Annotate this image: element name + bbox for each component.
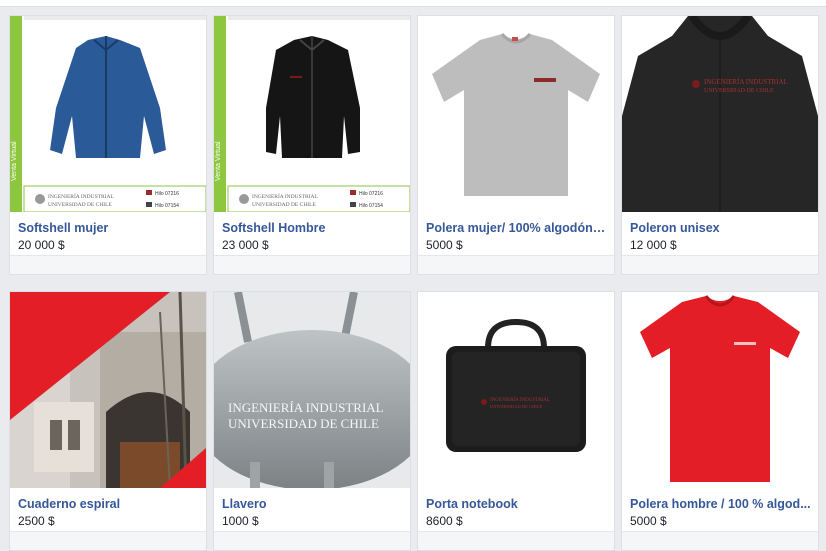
product-image[interactable]: Venta Virtual INGENIERÍA INDUSTRIAL UNIV… [214,16,410,212]
card-footer [214,531,410,550]
product-card-polera-hombre[interactable]: Polera hombre / 100 % algod... 5000 $ [621,291,819,551]
product-card-llavero[interactable]: INGENIERÍA INDUSTRIAL UNIVERSIDAD DE CHI… [213,291,411,551]
product-price: 12 000 $ [630,238,677,252]
color-code-2: Hilo 07154 [359,203,383,209]
product-title[interactable]: Polera mujer/ 100% algodón /... [426,221,608,235]
product-card-polera-mujer[interactable]: Polera mujer/ 100% algodón /... 5000 $ [417,15,615,275]
color-code-1: Hilo 07216 [359,191,383,197]
card-footer [418,255,614,274]
venta-virtual-label: Venta Virtual [11,141,18,181]
card-footer [214,255,410,274]
logo-line2: UNIVERSIDAD DE CHILE [490,404,542,409]
product-card-porta-notebook[interactable]: INGENIERÍA INDUSTRIAL UNIVERSIDAD DE CHI… [417,291,615,551]
product-title[interactable]: Softshell mujer [18,221,200,235]
venta-virtual-label: Venta Virtual [215,141,222,181]
logo-line1: INGENIERÍA INDUSTRIAL [228,400,384,415]
product-image[interactable]: INGENIERÍA INDUSTRIAL UNIVERSIDAD DE CHI… [622,16,818,212]
color-code-2: Hilo 07154 [155,203,179,209]
card-footer [622,531,818,550]
logo-line2: UNIVERSIDAD DE CHILE [704,88,774,94]
product-title[interactable]: Porta notebook [426,497,608,511]
logo-line1: INGENIERÍA INDUSTRIAL [252,192,318,200]
product-title[interactable]: Llavero [222,497,404,511]
card-footer [10,255,206,274]
logo-line2: UNIVERSIDAD DE CHILE [228,416,379,431]
product-grid: Venta Virtual INGENIERÍA INDUSTRIAL UNIV… [0,0,826,551]
product-title[interactable]: Polera hombre / 100 % algod... [630,497,812,511]
product-image[interactable] [10,292,206,488]
product-price: 5000 $ [630,514,667,528]
color-code-1: Hilo 07216 [155,191,179,197]
product-card-softshell-mujer[interactable]: Venta Virtual INGENIERÍA INDUSTRIAL UNIV… [9,15,207,275]
product-image[interactable]: INGENIERÍA INDUSTRIAL UNIVERSIDAD DE CHI… [418,292,614,488]
product-price: 20 000 $ [18,238,65,252]
product-card-cuaderno-espiral[interactable]: Cuaderno espiral 2500 $ [9,291,207,551]
product-title[interactable]: Poleron unisex [630,221,812,235]
logo-line2: UNIVERSIDAD DE CHILE [252,202,316,208]
product-image[interactable]: Venta Virtual INGENIERÍA INDUSTRIAL UNIV… [10,16,206,212]
product-card-poleron-unisex[interactable]: INGENIERÍA INDUSTRIAL UNIVERSIDAD DE CHI… [621,15,819,275]
product-image[interactable] [622,292,818,488]
product-image[interactable]: INGENIERÍA INDUSTRIAL UNIVERSIDAD DE CHI… [214,292,410,488]
product-image[interactable] [418,16,614,212]
product-card-softshell-hombre[interactable]: Venta Virtual INGENIERÍA INDUSTRIAL UNIV… [213,15,411,275]
product-price: 2500 $ [18,514,55,528]
product-price: 8600 $ [426,514,463,528]
logo-line1: INGENIERÍA INDUSTRIAL [490,397,550,403]
product-price: 5000 $ [426,238,463,252]
logo-line1: INGENIERÍA INDUSTRIAL [48,192,114,200]
product-title[interactable]: Cuaderno espiral [18,497,200,511]
logo-line2: UNIVERSIDAD DE CHILE [48,202,112,208]
logo-line1: INGENIERÍA INDUSTRIAL [704,78,788,86]
card-footer [418,531,614,550]
product-price: 1000 $ [222,514,259,528]
product-title[interactable]: Softshell Hombre [222,221,404,235]
card-footer [10,531,206,550]
product-price: 23 000 $ [222,238,269,252]
card-footer [622,255,818,274]
